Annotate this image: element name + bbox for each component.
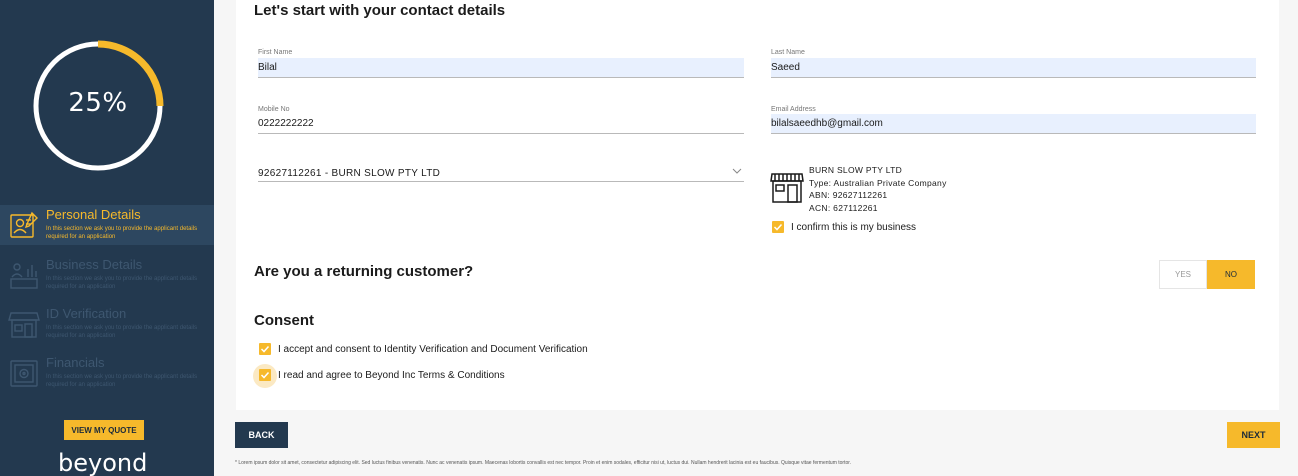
beyond-logo: beyond (58, 449, 148, 476)
step-title: ID Verification (46, 306, 127, 321)
business-acn: ACN: 627112261 (809, 203, 878, 213)
step-title: Personal Details (46, 207, 141, 222)
last-name-label: Last Name (771, 49, 805, 56)
last-name-field[interactable] (771, 58, 1256, 78)
step-title: Financials (46, 355, 105, 370)
sidebar: 25% Personal Details In this section we … (0, 0, 214, 476)
email-label: Email Address (771, 106, 816, 113)
step-description: In this section we ask you to provide th… (46, 226, 198, 240)
sidebar-step-financials[interactable]: Financials In this section we ask you to… (0, 353, 214, 393)
sidebar-step-id-verification[interactable]: ID Verification In this section we ask y… (0, 304, 214, 344)
checkmark-icon (260, 345, 270, 353)
consent-heading: Consent (254, 312, 314, 329)
next-button[interactable]: NEXT (1227, 422, 1280, 448)
storefront-icon (770, 173, 804, 203)
sidebar-step-personal-details[interactable]: Personal Details In this section we ask … (0, 205, 214, 245)
consent-identity-checkbox[interactable] (259, 343, 271, 355)
sidebar-step-business-details[interactable]: Business Details In this section we ask … (0, 255, 214, 295)
email-field[interactable] (771, 114, 1256, 134)
footer-disclaimer: * Lorem ipsum dolor sit amet, consectetu… (235, 460, 852, 466)
first-name-field[interactable] (258, 58, 744, 78)
contact-heading: Let's start with your contact details (254, 2, 506, 19)
returning-customer-heading: Are you a returning customer? (254, 263, 474, 280)
confirm-business-checkbox[interactable] (772, 221, 784, 233)
business-select-value: 92627112261 - BURN SLOW PTY LTD (258, 168, 441, 179)
step-description: In this section we ask you to provide th… (46, 325, 198, 339)
step-description: In this section we ask you to provide th… (46, 374, 198, 388)
checkmark-icon (773, 223, 783, 231)
checkmark-icon (260, 371, 270, 379)
mobile-field[interactable] (258, 114, 744, 134)
view-my-quote-button[interactable]: VIEW MY QUOTE (64, 420, 144, 440)
user-id-card-icon (10, 211, 38, 238)
back-button[interactable]: BACK (235, 422, 288, 448)
business-name: BURN SLOW PTY LTD (809, 165, 903, 175)
storefront-icon (8, 312, 40, 338)
business-abn: ABN: 92627112261 (809, 190, 888, 200)
business-chart-icon (10, 263, 38, 289)
returning-yes-button[interactable]: YES (1159, 260, 1207, 289)
step-title: Business Details (46, 257, 143, 272)
consent-terms-label: I read and agree to Beyond Inc Terms & C… (278, 370, 505, 381)
business-select[interactable]: 92627112261 - BURN SLOW PTY LTD (258, 163, 744, 182)
first-name-label: First Name (258, 49, 293, 56)
confirm-business-label: I confirm this is my business (791, 222, 917, 233)
consent-identity-label: I accept and consent to Identity Verific… (278, 344, 588, 355)
returning-no-button[interactable]: NO (1207, 260, 1255, 289)
progress-percentage: 25% (68, 88, 128, 118)
business-type: Type: Australian Private Company (809, 178, 947, 188)
chevron-down-icon (732, 168, 742, 174)
step-description: In this section we ask you to provide th… (46, 276, 198, 290)
mobile-label: Mobile No (258, 106, 290, 113)
safe-icon (10, 360, 38, 387)
consent-terms-checkbox[interactable] (259, 369, 271, 381)
